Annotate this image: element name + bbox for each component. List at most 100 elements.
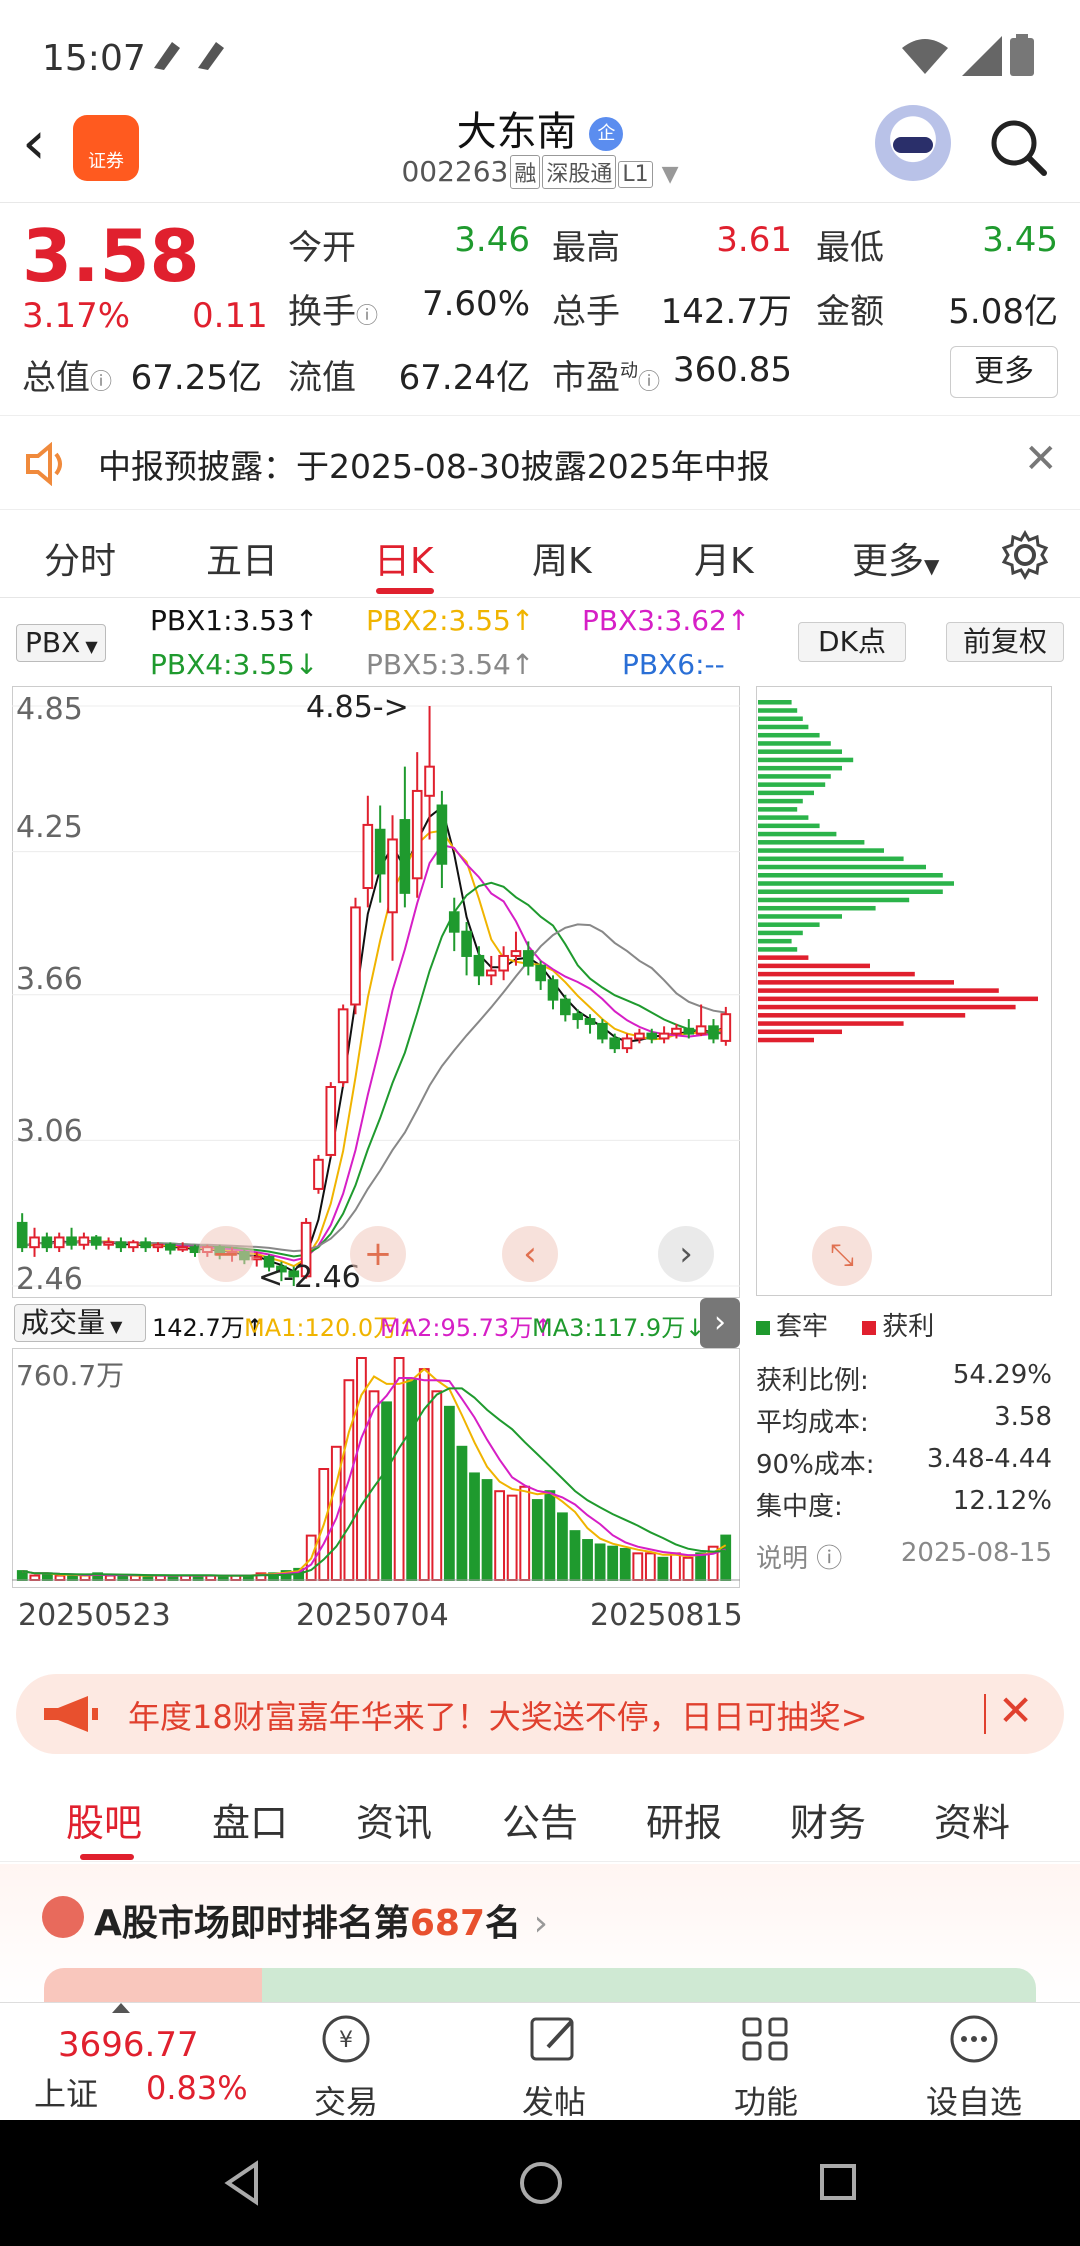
promo-banner[interactable]: 年度18财富嘉年华来了！大奖送不停，日日可抽奖> ✕	[16, 1674, 1064, 1754]
candle-body	[337, 1008, 349, 1084]
change-pct: 3.17%	[22, 296, 131, 336]
chip-loss-bar	[758, 938, 792, 944]
dk-point-select[interactable]: DK点	[798, 622, 906, 662]
nav-trade[interactable]: ¥ 交易	[286, 2011, 406, 2123]
chip-note[interactable]: 说明 ⓘ	[756, 1538, 842, 1575]
status-bar: 15:07	[0, 0, 1080, 108]
chip-loss-bar	[758, 840, 865, 845]
nav-label: 交易	[313, 2083, 378, 2121]
turnover-label: 换手ⓘ	[288, 292, 379, 332]
chip-loss-bar	[758, 782, 826, 787]
tab-profile[interactable]: 资料	[934, 1792, 1010, 1847]
enterprise-badge: 企	[589, 117, 624, 151]
pe-value: 360.85	[673, 350, 792, 390]
volume-bar	[519, 1485, 531, 1581]
change-value: 0.11	[192, 296, 268, 336]
pbx4-value: PBX4:3.55↓	[150, 648, 319, 681]
pbx6-value: PBX6:--	[622, 648, 725, 681]
chip-loss-bar	[758, 708, 798, 713]
chip-profit-bar	[758, 1037, 814, 1043]
chip-loss-bar	[758, 856, 904, 862]
grid-icon	[742, 2017, 788, 2061]
active-tab-underline	[80, 1854, 134, 1860]
candle-body	[29, 1236, 40, 1249]
tab-order-book[interactable]: 盘口	[212, 1792, 288, 1847]
volume-bar	[557, 1512, 568, 1581]
nav-home-icon[interactable]	[518, 2160, 564, 2206]
indicator-select[interactable]: PBX ▼	[16, 624, 106, 662]
nav-back-icon[interactable]	[222, 2160, 262, 2206]
volume-bar	[695, 1552, 706, 1581]
tab-news[interactable]: 资讯	[356, 1792, 432, 1847]
stock-code: 002263	[401, 155, 509, 188]
adjust-select[interactable]: 前复权	[946, 622, 1064, 662]
volume-bar	[456, 1445, 468, 1581]
tab-daily-k[interactable]: 日K	[374, 532, 434, 584]
tab-forum[interactable]: 股吧	[66, 1792, 142, 1847]
candle-body	[350, 906, 361, 1006]
candle-body	[720, 1013, 732, 1042]
status-time: 15:07	[42, 38, 146, 79]
more-button[interactable]: 更多	[950, 346, 1058, 398]
nav-add-watchlist[interactable]: 设自选	[914, 2011, 1034, 2123]
volume-bar	[481, 1479, 493, 1582]
candle-body	[325, 1086, 337, 1156]
scroll-left-button[interactable]: ‹	[502, 1226, 558, 1282]
chip-loss-bar	[758, 774, 831, 779]
chip-loss-bar	[758, 790, 814, 796]
index-value[interactable]: 3696.77	[58, 2025, 199, 2065]
candle-body	[103, 1241, 114, 1246]
chip-profit-bar	[758, 971, 915, 977]
close-icon[interactable]: ✕	[1024, 436, 1058, 482]
candle-body	[695, 1025, 707, 1035]
nav-post[interactable]: 发帖	[494, 2011, 614, 2123]
more-dots-icon	[950, 2015, 998, 2063]
chip-loss-bar	[758, 807, 798, 812]
tab-five-day[interactable]: 五日	[206, 532, 278, 584]
report-notice[interactable]: 中报预披露：于2025-08-30披露2025年中报 ✕	[0, 418, 1080, 510]
search-icon[interactable]	[988, 117, 1048, 177]
tab-intraday[interactable]: 分时	[44, 532, 116, 584]
chip-note-date: 2025-08-15	[900, 1538, 1052, 1568]
tab-monthly-k[interactable]: 月K	[694, 532, 754, 584]
tab-research[interactable]: 研报	[646, 1792, 722, 1847]
market-rank-card[interactable]: A股市场即时排名第687名 ›	[0, 1864, 1080, 2008]
kline-chart[interactable]	[12, 686, 740, 1298]
tab-weekly-k[interactable]: 周K	[532, 532, 592, 584]
low-value: 3.45	[982, 220, 1058, 260]
volume-indicator-select[interactable]: 成交量 ▼	[14, 1304, 146, 1342]
tag-connect: 深股通	[542, 155, 617, 189]
scroll-right-button[interactable]: ›	[658, 1226, 714, 1282]
expand-icon[interactable]: ⤡	[812, 1226, 872, 1286]
legend-profit: 获利	[882, 1312, 935, 1342]
chip-loss-bar	[758, 889, 943, 895]
volume-next-button[interactable]: ›	[700, 1298, 740, 1348]
candle-body	[461, 930, 472, 957]
chip-loss-bar	[758, 930, 803, 936]
candle-body	[41, 1236, 53, 1249]
zoom-out-button[interactable]: −	[198, 1226, 254, 1282]
chip-loss-bar	[758, 716, 803, 722]
chip-loss-bar	[758, 749, 842, 754]
candle-body	[115, 1241, 127, 1249]
candle-body	[313, 1158, 324, 1190]
chip-loss-bar	[758, 732, 820, 738]
expand-up-icon[interactable]	[112, 2003, 130, 2013]
zoom-in-button[interactable]: +	[350, 1226, 406, 1282]
candle-body	[362, 823, 374, 890]
volume-bar	[657, 1556, 669, 1582]
close-icon[interactable]: ✕	[998, 1686, 1033, 1735]
tab-announcements[interactable]: 公告	[502, 1792, 578, 1847]
candle-body	[535, 964, 546, 982]
volume-bar	[418, 1368, 430, 1581]
chip-profit-bar	[758, 988, 999, 993]
tab-more[interactable]: 更多▼	[852, 532, 939, 584]
chip-loss-bar	[758, 914, 842, 919]
open-value: 3.46	[454, 220, 530, 260]
candle-body	[683, 1027, 695, 1035]
nav-recents-icon[interactable]	[818, 2162, 858, 2202]
chip-profit-bar	[758, 980, 954, 985]
gear-icon[interactable]	[1000, 530, 1050, 580]
nav-functions[interactable]: 功能	[706, 2011, 826, 2123]
tab-finance[interactable]: 财务	[790, 1792, 866, 1847]
